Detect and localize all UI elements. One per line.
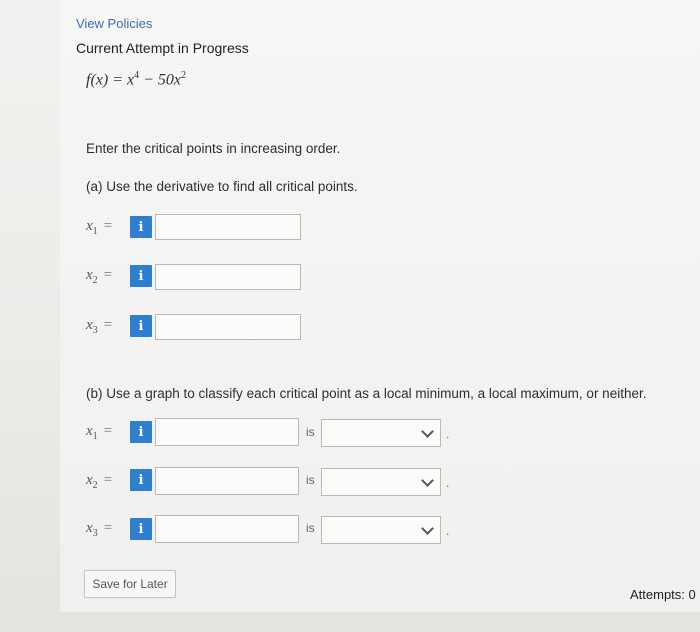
equals-sign: =	[103, 267, 113, 283]
var-x2: x2	[86, 267, 98, 286]
classify-x1-select[interactable]	[321, 419, 441, 447]
info-icon[interactable]: i	[130, 518, 152, 540]
chevron-down-icon	[421, 522, 434, 535]
view-policies-link[interactable]: View Policies	[76, 16, 152, 31]
part-b-label-x1: x1 =	[86, 422, 112, 442]
answer-b-x3-input[interactable]	[155, 515, 299, 543]
trailing-period: .	[446, 427, 450, 441]
info-icon[interactable]: i	[130, 421, 152, 443]
equals-sign: =	[103, 423, 113, 439]
page-background: View Policies Current Attempt in Progres…	[0, 0, 700, 632]
part-b-label-x2: x2 =	[86, 471, 112, 491]
info-icon[interactable]: i	[130, 469, 152, 491]
answer-b-x1-input[interactable]	[155, 418, 299, 446]
attempts-container: Attempts: 0	[630, 586, 700, 604]
classify-x3-select[interactable]	[321, 516, 441, 544]
var-x3: x3	[86, 520, 98, 539]
trailing-period: .	[446, 476, 450, 490]
part-b-label-x3: x3 =	[86, 519, 112, 539]
part-a-prompt: (a) Use the derivative to find all criti…	[86, 179, 358, 194]
equals-sign: =	[103, 520, 113, 536]
part-a-label-x2: x2 =	[86, 266, 112, 286]
chevron-down-icon	[421, 425, 434, 438]
trailing-period: .	[446, 524, 450, 538]
attempt-title: Current Attempt in Progress	[76, 40, 249, 56]
var-x3: x3	[86, 317, 98, 336]
part-b-prompt: (b) Use a graph to classify each critica…	[86, 386, 647, 401]
equals-sign: =	[103, 472, 113, 488]
info-icon[interactable]: i	[130, 315, 152, 337]
var-x2: x2	[86, 472, 98, 491]
answer-b-x2-input[interactable]	[155, 467, 299, 495]
is-label: is	[306, 521, 315, 535]
function-formula: f(x) = x4 − 50x2	[86, 70, 187, 89]
var-x1: x1	[86, 218, 98, 237]
attempts-counter: Attempts: 0	[630, 587, 696, 602]
answer-a-x3-input[interactable]	[155, 314, 301, 340]
info-icon[interactable]: i	[130, 265, 152, 287]
classify-x2-select[interactable]	[321, 468, 441, 496]
answer-a-x1-input[interactable]	[155, 214, 301, 240]
part-a-label-x1: x1 =	[86, 217, 112, 237]
var-x1: x1	[86, 423, 98, 442]
equals-sign: =	[103, 218, 113, 234]
equals-sign: =	[103, 317, 113, 333]
info-icon[interactable]: i	[130, 216, 152, 238]
chevron-down-icon	[421, 474, 434, 487]
part-a-label-x3: x3 =	[86, 316, 112, 336]
is-label: is	[306, 425, 315, 439]
instruction-text: Enter the critical points in increasing …	[86, 141, 341, 156]
save-for-later-button[interactable]: Save for Later	[84, 570, 176, 598]
answer-a-x2-input[interactable]	[155, 264, 301, 290]
is-label: is	[306, 473, 315, 487]
